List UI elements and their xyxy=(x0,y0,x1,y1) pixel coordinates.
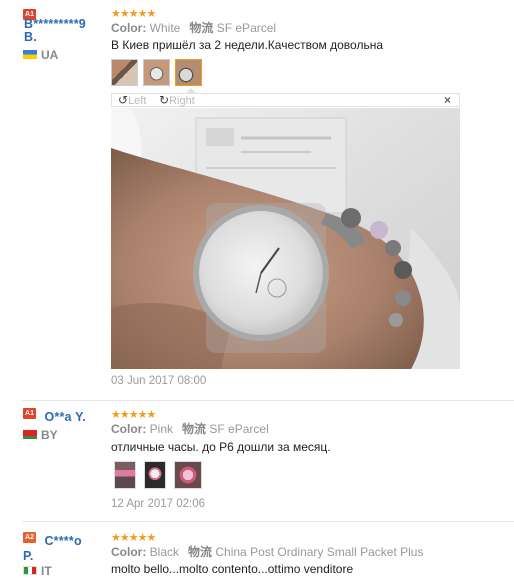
rotate-left-icon: ↺ xyxy=(118,93,129,107)
star-rating: ★★★★★ xyxy=(111,532,156,544)
rotate-right-button[interactable]: ↻Right xyxy=(159,94,195,108)
photo-thumbnail[interactable] xyxy=(144,461,166,489)
review-item: A1 B*********9 B. UA ★★★★★ Color: White 物… xyxy=(0,0,514,400)
flag-by-icon xyxy=(23,430,37,439)
review-text: В Киев пришёл за 2 недели.Качеством дово… xyxy=(111,38,383,52)
star-rating: ★★★★★ xyxy=(111,8,156,20)
shipping-label: 物流 xyxy=(182,422,207,436)
review-body: ★★★★★ Color: Black 物流 China Post Ordinary… xyxy=(111,533,511,577)
color-value: Black xyxy=(149,545,180,559)
photo-thumbnails xyxy=(111,59,202,86)
buyer-level-badge: A1 xyxy=(23,408,36,419)
reviewer-name-line2[interactable]: P. xyxy=(23,550,82,563)
review-text: molto bello...molto contento...ottimo ve… xyxy=(111,562,354,576)
flag-ua-icon xyxy=(23,50,37,59)
color-value: Pink xyxy=(149,422,174,436)
photo-thumbnail[interactable] xyxy=(111,59,138,86)
color-value: White xyxy=(149,21,181,35)
shipping-info: 物流 China Post Ordinary Small Packet Plus xyxy=(188,545,423,559)
review-photo-large xyxy=(111,108,460,369)
reviewer-name-line1[interactable]: C****o xyxy=(44,534,81,548)
review-item: A1 O**a Y. BY ★★★★★ Color: Pink 物流 SF ePa… xyxy=(0,401,514,521)
reviewer-info: A1 O**a Y. BY xyxy=(23,408,86,442)
shipping-info: 物流 SF eParcel xyxy=(189,21,276,35)
shipping-value: SF eParcel xyxy=(209,422,269,436)
reviewer-name-line2[interactable]: B. xyxy=(24,31,86,44)
close-icon[interactable]: × xyxy=(444,93,451,107)
photo-thumbnail[interactable] xyxy=(114,461,136,489)
reviewer-name[interactable]: B*********9 B. xyxy=(24,18,86,44)
review-item: A2 C****o P. IT ★★★★★ Color: Black 物流 Chi… xyxy=(0,522,514,578)
photo-thumbnail-selected[interactable] xyxy=(175,59,202,86)
review-meta: Color: Pink 物流 SF eParcel xyxy=(111,422,511,437)
shipping-value: SF eParcel xyxy=(216,21,277,35)
review-meta: Color: Black 物流 China Post Ordinary Small… xyxy=(111,545,511,560)
shipping-value: China Post Ordinary Small Packet Plus xyxy=(215,545,424,559)
review-date: 03 Jun 2017 08:00 xyxy=(111,375,207,387)
country-code: BY xyxy=(41,428,58,442)
reviewer-country: IT xyxy=(23,564,82,578)
review-date: 12 Apr 2017 02:06 xyxy=(111,498,205,510)
review-body: ★★★★★ Color: White 物流 SF eParcel В Киев п… xyxy=(111,9,511,53)
star-rating: ★★★★★ xyxy=(111,409,156,421)
rotate-left-label: Left xyxy=(128,95,147,107)
color-label: Color: xyxy=(111,21,147,35)
shipping-label: 物流 xyxy=(189,21,214,35)
watch-on-wrist-photo xyxy=(111,108,460,369)
photo-viewer: ↺Left ↻Right × xyxy=(111,93,461,369)
shipping-label: 物流 xyxy=(188,545,213,559)
reviewer-country: BY xyxy=(23,428,86,442)
color-label: Color: xyxy=(111,545,147,559)
rotate-right-label: Right xyxy=(169,95,195,107)
photo-thumbnail[interactable] xyxy=(143,59,170,86)
viewer-toolbar: ↺Left ↻Right × xyxy=(111,93,460,107)
reviewer-name[interactable]: O**a Y. xyxy=(44,410,85,424)
review-body: ★★★★★ Color: Pink 物流 SF eParcel отличные … xyxy=(111,410,511,455)
photo-thumbnails xyxy=(114,461,202,489)
rotate-left-button[interactable]: ↺Left xyxy=(118,94,146,108)
review-text: отличные часы. до Р6 дошли за месяц. xyxy=(111,440,331,454)
reviewer-info: A1 B*********9 B. UA xyxy=(23,9,86,62)
buyer-level-badge: A2 xyxy=(23,532,36,543)
review-meta: Color: White 物流 SF eParcel xyxy=(111,21,511,36)
flag-it-icon xyxy=(23,566,37,575)
reviewer-info: A2 C****o P. IT xyxy=(23,532,82,578)
shipping-info: 物流 SF eParcel xyxy=(182,422,269,436)
reviewer-country: UA xyxy=(23,48,58,62)
country-code: IT xyxy=(41,564,52,578)
color-label: Color: xyxy=(111,422,147,436)
photo-thumbnail[interactable] xyxy=(174,461,202,489)
rotate-right-icon: ↻ xyxy=(159,93,170,107)
country-code: UA xyxy=(41,48,59,62)
